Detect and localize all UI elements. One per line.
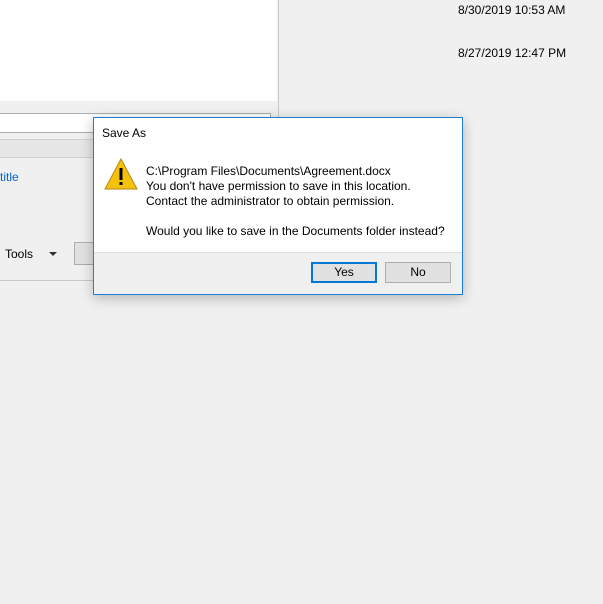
dialog-title: Save As [102, 126, 147, 140]
modified-date-1: 8/30/2019 10:53 AM [458, 3, 566, 17]
tools-dropdown-arrow-icon[interactable] [49, 252, 57, 256]
tools-menu-button[interactable]: Tools [5, 247, 33, 261]
modified-date-2: 8/27/2019 12:47 PM [458, 46, 567, 60]
warning-icon [104, 158, 138, 190]
question-text: Would you like to save in the Documents … [146, 224, 445, 238]
no-button[interactable]: No [385, 262, 451, 283]
file-path-text: C:\Program Files\Documents\Agreement.doc… [146, 164, 391, 178]
permission-message: You don't have permission to save in thi… [146, 179, 411, 193]
add-title-link[interactable]: title [0, 170, 19, 184]
yes-button[interactable]: Yes [311, 262, 377, 283]
dialog-button-bar: Yes No [94, 252, 462, 294]
file-list-area[interactable] [0, 0, 277, 101]
save-as-message-box: Save As C:\Program Files\Documents\Agree… [93, 117, 463, 295]
admin-message: Contact the administrator to obtain perm… [146, 194, 395, 208]
